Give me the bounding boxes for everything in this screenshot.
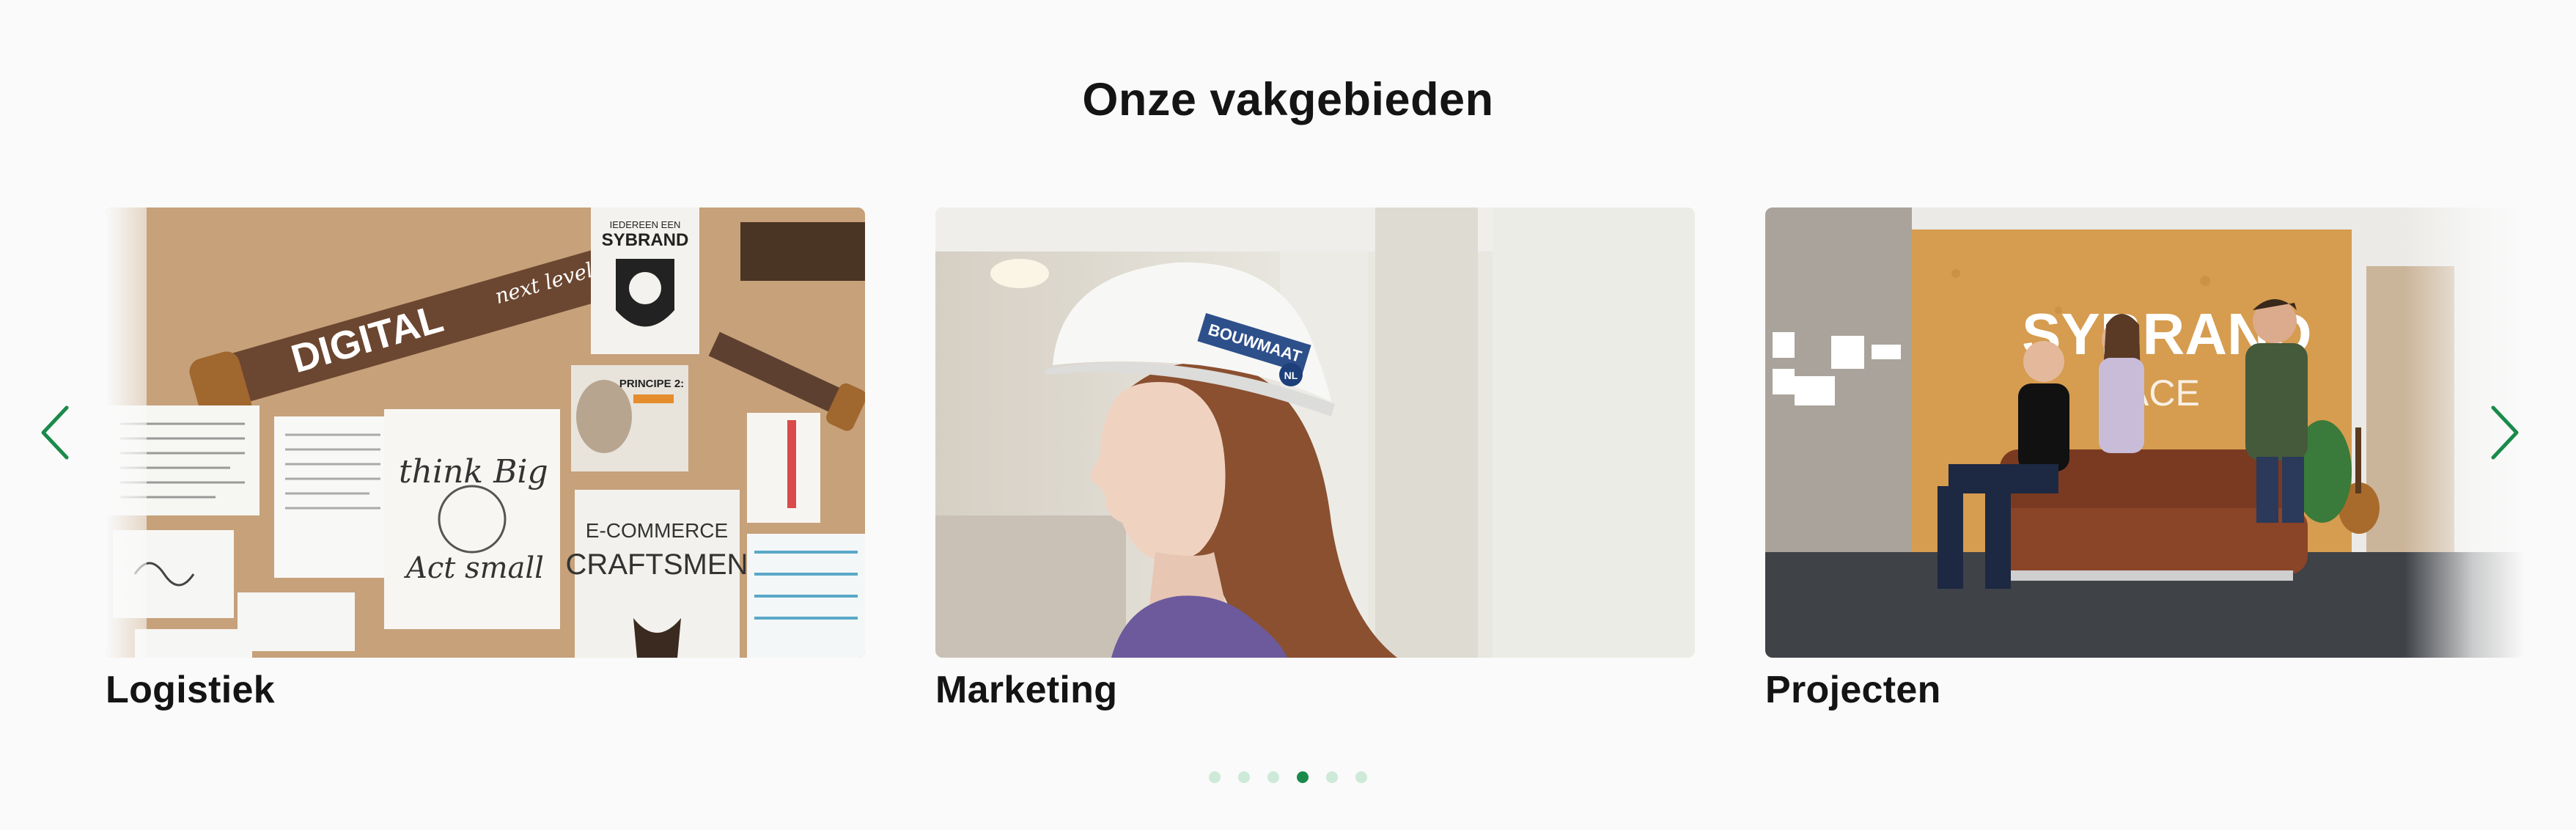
poster-brand-text: SYBRAND	[602, 230, 689, 250]
helmet-badge-text: NL	[1284, 370, 1298, 381]
ecommerce-text: E-COMMERCE	[586, 519, 728, 542]
card-label[interactable]: Marketing	[935, 668, 1695, 712]
pagination-dot-3[interactable]	[1267, 771, 1279, 783]
poster-top-text: IEDEREEN EEN	[610, 219, 681, 230]
section-title: Onze vakgebieden	[1082, 74, 1494, 125]
pagination-dot-5[interactable]	[1326, 771, 1338, 783]
carousel-pagination	[0, 771, 2576, 783]
carousel-next-button[interactable]	[2479, 208, 2531, 658]
pagination-dot-2[interactable]	[1238, 771, 1250, 783]
card-label[interactable]: Logistiek	[106, 668, 865, 712]
pagination-dot-4-active[interactable]	[1297, 771, 1309, 783]
pagination-dot-6[interactable]	[1355, 771, 1367, 783]
principe-note-text: PRINCIPE 2:	[619, 378, 684, 390]
card-label[interactable]: Projecten	[1765, 668, 2525, 712]
carousel-card-projecten[interactable]: SYBRAND ACE Projecten	[1765, 208, 2525, 712]
chevron-right-icon	[2491, 405, 2519, 460]
woman-hard-hat-photo[interactable]: BOUWMAAT NL	[935, 208, 1695, 658]
carousel-prev-button[interactable]	[29, 208, 81, 658]
pagination-dot-1[interactable]	[1209, 771, 1221, 783]
team-on-sofa-photo[interactable]: SYBRAND ACE	[1765, 208, 2525, 658]
office-wall-photo[interactable]: DIGITAL next level IEDEREEN EEN SYBRAND	[106, 208, 865, 658]
carousel: DIGITAL next level IEDEREEN EEN SYBRAND	[0, 208, 2576, 721]
carousel-card-marketing[interactable]: BOUWMAAT NL Marketing	[935, 208, 1695, 712]
chevron-left-icon	[41, 405, 69, 460]
act-small-text: Act small	[403, 551, 544, 585]
think-big-text: think Big	[399, 453, 548, 491]
carousel-card-logistiek[interactable]: DIGITAL next level IEDEREEN EEN SYBRAND	[106, 208, 865, 712]
craftsmen-text: CRAFTSMEN	[566, 548, 748, 581]
